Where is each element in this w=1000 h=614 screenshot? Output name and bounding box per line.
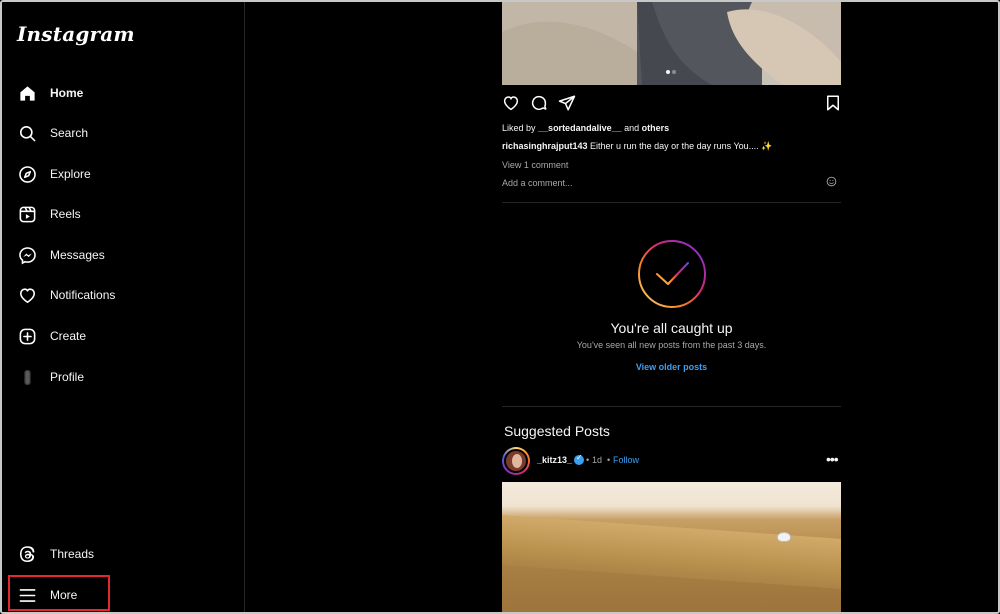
caption-line: richasinghrajput143 Either u run the day… xyxy=(502,141,772,152)
suggested-post-header: _kitz13_ • 1d • Follow ••• xyxy=(502,447,841,475)
verified-badge-icon xyxy=(574,453,584,465)
more-highlight-box xyxy=(8,575,110,611)
sidebar-item-label: Explore xyxy=(50,167,91,181)
caption-username-link[interactable]: richasinghrajput143 xyxy=(502,141,588,151)
sidebar-item-search[interactable]: Search xyxy=(8,115,234,151)
comment-icon[interactable] xyxy=(530,94,548,112)
separator-dot: • xyxy=(586,455,590,465)
threads-icon xyxy=(17,544,37,564)
sidebar-item-label: Threads xyxy=(50,547,95,561)
add-comment-input[interactable]: Add a comment... xyxy=(502,178,573,188)
liked-username-link[interactable]: __sortedandalive__ xyxy=(538,123,622,133)
liked-and: and xyxy=(624,123,640,133)
emoji-icon[interactable] xyxy=(826,176,837,189)
messenger-icon xyxy=(17,245,37,265)
sidebar-item-label: Reels xyxy=(50,207,81,221)
app-window: Instagram Home Search Explore Reels Mess… xyxy=(0,0,1000,614)
save-bookmark-icon[interactable] xyxy=(824,94,842,112)
liked-others-link[interactable]: others xyxy=(642,123,670,133)
post-time: 1d xyxy=(592,455,603,465)
sidebar-item-threads[interactable]: Threads xyxy=(8,536,234,572)
camera-object xyxy=(777,532,791,542)
suggested-post-image[interactable] xyxy=(502,482,841,612)
follow-button[interactable]: Follow xyxy=(613,455,639,465)
sidebar-item-messages[interactable]: Messages xyxy=(8,237,234,273)
instagram-logo[interactable]: Instagram xyxy=(17,22,135,46)
caught-up-check-icon xyxy=(637,239,707,309)
caught-up-subtitle: You've seen all new posts from the past … xyxy=(576,340,767,350)
avatar[interactable] xyxy=(502,447,530,475)
profile-avatar-icon xyxy=(17,367,37,387)
suggested-username-link[interactable]: _kitz13_ xyxy=(537,455,572,465)
liked-prefix: Liked by xyxy=(502,123,536,133)
liked-by-line: Liked by __sortedandalive__ and others xyxy=(502,123,669,133)
sidebar-item-label: Search xyxy=(50,126,89,140)
sidebar-item-home[interactable]: Home xyxy=(8,75,234,111)
sidebar-item-create[interactable]: Create xyxy=(8,318,234,354)
like-heart-icon[interactable] xyxy=(502,94,520,112)
view-older-posts-link[interactable]: View older posts xyxy=(502,362,841,372)
post-image[interactable] xyxy=(502,2,841,85)
post-actions xyxy=(502,94,841,114)
separator-dot: • xyxy=(607,455,611,465)
sidebar-item-label: Home xyxy=(50,86,84,100)
view-comments-link[interactable]: View 1 comment xyxy=(502,160,568,170)
compass-icon xyxy=(17,164,37,184)
sidebar-item-label: Profile xyxy=(50,370,85,384)
sidebar-item-notifications[interactable]: Notifications xyxy=(8,277,234,313)
sidebar-item-label: Messages xyxy=(50,248,105,262)
caught-up-title: You're all caught up xyxy=(610,320,733,336)
divider xyxy=(502,202,841,203)
sidebar-item-explore[interactable]: Explore xyxy=(8,156,234,192)
sidebar: Instagram Home Search Explore Reels Mess… xyxy=(2,2,245,612)
more-options-icon[interactable]: ••• xyxy=(826,451,839,467)
sidebar-item-profile[interactable]: Profile xyxy=(8,359,234,395)
search-icon xyxy=(17,123,37,143)
sidebar-item-reels[interactable]: Reels xyxy=(8,196,234,232)
divider xyxy=(502,406,841,407)
caption-text: Either u run the day or the day runs You… xyxy=(590,141,773,151)
reels-icon xyxy=(17,204,37,224)
suggested-posts-heading: Suggested Posts xyxy=(504,423,610,439)
sidebar-item-label: Create xyxy=(50,329,87,343)
sidebar-item-label: Notifications xyxy=(50,288,116,302)
share-icon[interactable] xyxy=(558,94,576,112)
heart-icon xyxy=(17,285,37,305)
plus-square-icon xyxy=(17,326,37,346)
home-icon xyxy=(17,83,37,103)
